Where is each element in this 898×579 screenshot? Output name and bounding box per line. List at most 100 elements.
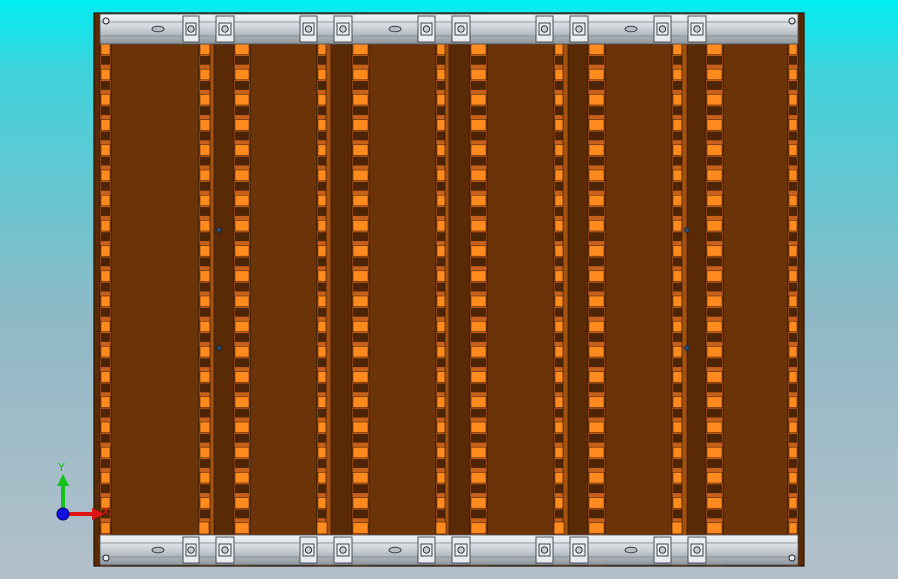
vertical-rail-16[interactable] <box>705 13 724 567</box>
vertical-rail-14[interactable] <box>671 13 684 567</box>
rail-segment-orange <box>100 68 111 81</box>
rail-segment-dark <box>318 81 327 90</box>
panel-bay-1[interactable] <box>110 41 200 537</box>
rail-segment-dark <box>707 131 722 141</box>
corner-screw[interactable] <box>788 554 796 562</box>
rail-segment-dark <box>318 307 327 317</box>
rail-segment-orange <box>554 194 565 207</box>
rail-segment-dark <box>673 81 682 90</box>
rail-segment-orange <box>470 194 487 207</box>
vertical-rail-15[interactable] <box>681 13 688 567</box>
rail-segment-orange <box>470 295 487 307</box>
corner-screw[interactable] <box>788 17 796 25</box>
rail-segment-orange <box>199 169 211 181</box>
rail-segment-dark <box>471 383 486 393</box>
vertical-rail-2[interactable] <box>198 13 212 567</box>
rail-segment-dark <box>589 358 604 368</box>
rail-segment-orange <box>470 270 487 282</box>
bracket-block[interactable] <box>451 536 471 564</box>
rail-segment-dark <box>707 433 722 443</box>
rail-segment-orange <box>100 472 111 484</box>
rail-segment-dark <box>101 282 110 292</box>
rail-segment-dark <box>353 257 368 267</box>
rail-segment-dark <box>789 358 797 368</box>
rail-segment-dark <box>353 81 368 90</box>
rail-segment-dark <box>200 282 210 292</box>
rail-segment-dark <box>235 156 249 166</box>
panel-bay-2[interactable] <box>249 41 318 537</box>
bracket-block[interactable] <box>215 536 235 564</box>
rail-segment-orange <box>317 472 328 484</box>
vertical-rail-7[interactable] <box>351 13 370 567</box>
rail-segment-orange <box>352 43 369 55</box>
rail-segment-dark <box>555 55 564 65</box>
rail-segment-orange <box>317 421 328 433</box>
bracket-block[interactable] <box>299 536 318 564</box>
vertical-rail-12[interactable] <box>562 13 569 567</box>
bracket-bolt <box>221 546 229 554</box>
bracket-block[interactable] <box>535 15 554 43</box>
panel-bay-5[interactable] <box>604 41 673 537</box>
bracket-block[interactable] <box>451 15 471 43</box>
bracket-block[interactable] <box>569 15 589 43</box>
rail-segment-orange <box>788 472 798 484</box>
panel-bay-6[interactable] <box>722 41 789 537</box>
rail-segment-orange <box>199 270 211 282</box>
bracket-bolt <box>658 546 667 554</box>
bracket-block[interactable] <box>687 15 707 43</box>
mounting-hole <box>684 345 690 351</box>
graphics-viewport[interactable]: Y X <box>0 0 898 579</box>
bracket-block[interactable] <box>299 15 318 43</box>
rail-segment-orange <box>554 295 565 307</box>
bracket-block[interactable] <box>333 15 353 43</box>
rail-segment-dark <box>318 232 327 242</box>
vertical-rail-10[interactable] <box>469 13 488 567</box>
rail-segment-dark <box>318 333 327 342</box>
cabinet-panel-model[interactable]: Y X <box>0 0 898 579</box>
bracket-block[interactable] <box>653 536 672 564</box>
vertical-rail-17[interactable] <box>787 13 799 567</box>
bracket-block[interactable] <box>569 536 589 564</box>
corner-screw[interactable] <box>102 17 110 25</box>
rail-segment-orange <box>554 396 565 408</box>
rail-segment-orange <box>672 396 683 408</box>
corner-screw[interactable] <box>102 554 110 562</box>
rail-end-tab <box>671 521 683 535</box>
vertical-rail-6[interactable] <box>325 13 332 567</box>
panel-bay-3[interactable] <box>368 41 437 537</box>
vertical-rail-13[interactable] <box>587 13 606 567</box>
y-axis-label: Y <box>57 461 65 474</box>
bracket-block[interactable] <box>215 15 235 43</box>
vertical-rail-1[interactable] <box>99 13 112 567</box>
rail-segment-orange <box>672 94 683 106</box>
bracket-block[interactable] <box>687 536 707 564</box>
rail-segment-dark <box>235 232 249 242</box>
vertical-rail-9[interactable] <box>444 13 450 567</box>
bracket-block[interactable] <box>182 15 200 43</box>
rail-segment-dark <box>707 358 722 368</box>
rail-segment-dark <box>789 55 797 65</box>
bracket-bolt <box>304 546 313 554</box>
rail-segment-dark <box>707 181 722 191</box>
bracket-block[interactable] <box>653 15 672 43</box>
bracket-block[interactable] <box>417 536 436 564</box>
bracket-block[interactable] <box>535 536 554 564</box>
rail-segment-dark <box>789 333 797 342</box>
rail-segment-dark <box>471 333 486 342</box>
vertical-rail-3[interactable] <box>209 13 215 567</box>
bracket-block[interactable] <box>417 15 436 43</box>
bracket-block[interactable] <box>182 536 200 564</box>
rail-segment-dark <box>589 232 604 242</box>
bracket-block[interactable] <box>333 536 353 564</box>
rail-segment-orange <box>672 320 683 333</box>
panel-bay-4[interactable] <box>486 41 555 537</box>
rail-segment-orange <box>706 295 723 307</box>
bracket-bolt <box>693 25 701 33</box>
rail-segment-dark <box>318 433 327 443</box>
vertical-rail-4[interactable] <box>233 13 251 567</box>
rail-segment-orange <box>554 497 565 509</box>
rail-segment-orange <box>352 220 369 232</box>
rail-segment-dark <box>353 156 368 166</box>
rail-segment-dark <box>673 181 682 191</box>
rail-segment-orange <box>234 346 250 358</box>
